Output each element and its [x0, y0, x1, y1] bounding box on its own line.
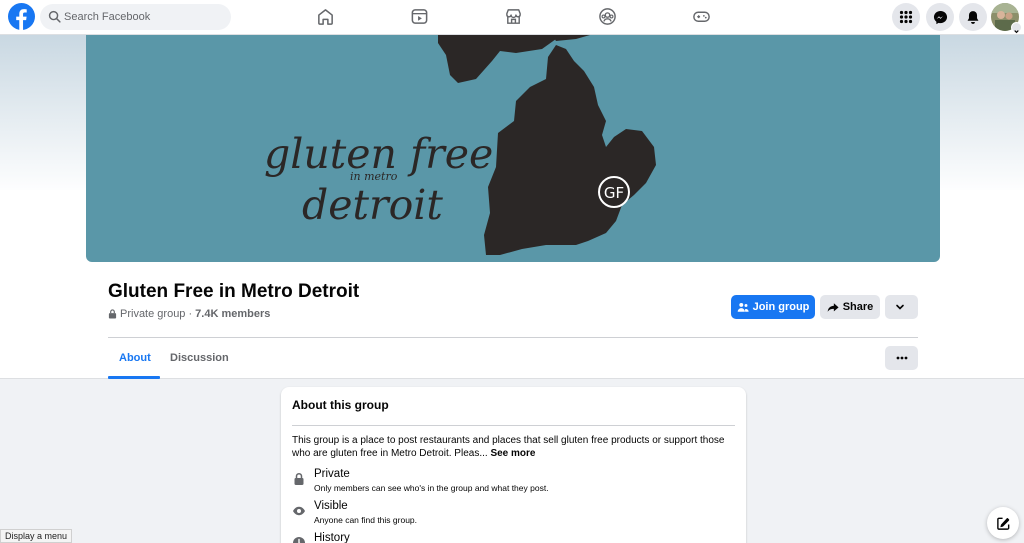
about-card-title: About this group — [292, 398, 389, 412]
feature-subtitle: Only members can see who's in the group … — [314, 483, 549, 493]
marketplace-icon[interactable] — [504, 7, 523, 26]
notifications-button[interactable] — [959, 3, 987, 31]
search-icon — [48, 10, 61, 23]
feature-subtitle: Anyone can find this group. — [314, 515, 418, 525]
facebook-logo-icon[interactable] — [8, 3, 35, 30]
new-message-button[interactable] — [987, 507, 1019, 539]
gf-badge-text: GF — [604, 184, 624, 202]
share-button[interactable]: Share — [820, 295, 880, 319]
compose-icon — [996, 517, 1009, 530]
group-title: Gluten Free in Metro Detroit — [108, 281, 360, 302]
tab-discussion[interactable]: Discussion — [170, 352, 229, 364]
eye-icon — [293, 506, 305, 516]
menu-button[interactable] — [892, 3, 920, 31]
michigan-map-illustration: GF gluten free in metro detroit — [264, 35, 656, 255]
lock-icon — [294, 472, 304, 485]
about-card: About this group This group is a place t… — [281, 387, 746, 543]
feature-title: History — [314, 532, 350, 543]
notifications-bell-icon — [967, 10, 979, 24]
group-meta: Private group · 7.4K members — [108, 308, 270, 320]
meta-separator: · — [188, 308, 193, 320]
group-member-count[interactable]: 7.4K members — [195, 308, 270, 320]
lock-icon — [108, 309, 117, 319]
tab-about[interactable]: About — [119, 352, 151, 364]
see-more-link[interactable]: See more — [490, 448, 535, 459]
about-card-divider — [292, 425, 735, 426]
groups-icon[interactable] — [598, 7, 617, 26]
share-label: Share — [842, 301, 874, 313]
group-privacy: Private group — [120, 308, 186, 320]
group-cover-photo: GF gluten free in metro detroit — [86, 35, 940, 262]
menu-grid-icon — [899, 10, 913, 24]
search-input[interactable] — [64, 4, 224, 30]
gaming-icon[interactable] — [692, 7, 711, 26]
more-options-button[interactable] — [885, 295, 918, 319]
join-group-label: Join group — [752, 301, 810, 313]
more-dots-icon — [896, 356, 907, 360]
feature-title: Private — [314, 468, 350, 480]
cover-text-detroit: detroit — [302, 181, 443, 229]
about-description: This group is a place to post restaurant… — [292, 434, 737, 460]
home-icon[interactable] — [316, 7, 335, 26]
status-bar-tooltip: Display a menu — [0, 529, 73, 543]
messenger-button[interactable] — [926, 3, 954, 31]
video-icon[interactable] — [410, 7, 429, 26]
search-box[interactable] — [40, 4, 231, 30]
feature-title: Visible — [314, 500, 348, 512]
clock-icon — [293, 537, 305, 543]
header-divider — [108, 337, 918, 338]
messenger-icon — [933, 10, 947, 24]
active-tab-indicator — [108, 376, 160, 379]
join-group-icon — [737, 302, 749, 312]
group-actions-menu-button[interactable] — [885, 346, 918, 370]
share-icon — [827, 302, 839, 312]
account-menu-chevron-icon[interactable] — [1011, 22, 1022, 34]
chevron-down-icon — [895, 304, 904, 310]
top-navigation-bar — [0, 0, 1024, 35]
join-group-button[interactable]: Join group — [731, 295, 815, 319]
